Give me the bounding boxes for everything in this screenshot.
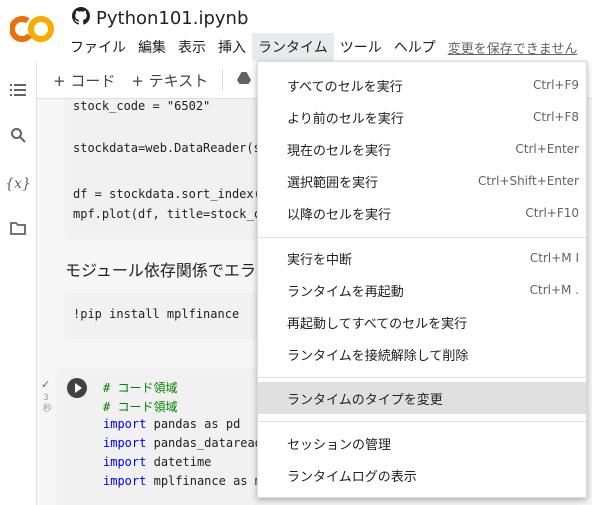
markdown-text: モジュール依存関係でエラ [65, 261, 256, 280]
code-line: import mplfinance as m [103, 474, 262, 488]
runtime-menu: すべてのセルを実行 Ctrl+F9 より前のセルを実行 Ctrl+F8 現在のセ… [257, 61, 587, 498]
menu-item-shortcut: Ctrl+F8 [533, 110, 579, 124]
menu-item-restart-run-all[interactable]: 再起動してすべてのセルを実行 [258, 306, 586, 338]
menu-item-disconnect-delete[interactable]: ランタイムを接続解除して削除 [258, 338, 586, 370]
menu-item-manage-sessions[interactable]: セッションの管理 [258, 427, 586, 459]
code-keyword: import [103, 474, 147, 488]
variables-icon[interactable]: {x} [0, 172, 36, 196]
code-keyword: import [103, 455, 147, 469]
menu-bar: ファイル 編集 表示 挿入 ランタイム ツール ヘルプ 変更を保存できません [64, 33, 578, 61]
menu-item-shortcut: Ctrl+F10 [525, 206, 579, 220]
code-keyword: import [103, 436, 147, 450]
code-line: mpf.plot(df, title=stock_co [73, 207, 269, 221]
menu-item-label: ランタイムを接続解除して削除 [287, 348, 469, 364]
run-cell-button[interactable] [67, 378, 87, 398]
menu-item-shortcut: Ctrl+Enter [515, 142, 579, 156]
menu-tools[interactable]: ツール [334, 33, 388, 61]
menu-item-label: すべてのセルを実行 [287, 79, 403, 95]
menu-item-shortcut: Ctrl+F9 [533, 78, 579, 92]
menu-item-run-selection[interactable]: 選択範囲を実行 Ctrl+Shift+Enter [258, 165, 586, 197]
menu-edit[interactable]: 編集 [132, 33, 172, 61]
menu-item-restart[interactable]: ランタイムを再起動 Ctrl+M . [258, 274, 586, 306]
add-text-button[interactable]: + テキスト [131, 70, 208, 91]
app-header: Python101.ipynb ファイル 編集 表示 挿入 ランタイム ツール … [0, 0, 592, 62]
menu-item-change-runtime-type[interactable]: ランタイムのタイプを変更 [258, 382, 586, 414]
check-icon: ✓ [41, 378, 51, 391]
folder-icon[interactable] [0, 218, 36, 242]
execution-time: 3 秒 [43, 393, 53, 414]
menu-item-label: セッションの管理 [287, 437, 392, 453]
menu-item-label: より前のセルを実行 [287, 111, 404, 127]
colab-logo[interactable] [9, 14, 54, 44]
menu-item-label: 現在のセルを実行 [287, 143, 392, 159]
menu-divider [258, 377, 586, 378]
code-line: import pandas as pd [103, 417, 240, 431]
menu-item-run-current[interactable]: 現在のセルを実行 Ctrl+Enter [258, 133, 586, 165]
code-text: mplfinance as m [153, 474, 262, 488]
menu-item-label: 再起動してすべてのセルを実行 [287, 316, 468, 332]
left-sidebar: {x} [0, 62, 37, 505]
menu-item-run-before[interactable]: より前のセルを実行 Ctrl+F8 [258, 101, 586, 133]
code-text: pandas_dataread [153, 436, 262, 450]
menu-item-label: ランタイムのタイプを変更 [287, 392, 443, 408]
menu-insert[interactable]: 挿入 [212, 33, 252, 61]
menu-divider [258, 237, 586, 238]
menu-item-label: ランタイムを再起動 [287, 284, 404, 300]
menu-view[interactable]: 表示 [172, 33, 212, 61]
menu-item-run-after[interactable]: 以降のセルを実行 Ctrl+F10 [258, 197, 586, 229]
code-line: df = stockdata.sort_index() [73, 187, 269, 201]
menu-item-run-all[interactable]: すべてのセルを実行 Ctrl+F9 [258, 69, 586, 101]
menu-item-shortcut: Ctrl+M I [529, 251, 579, 265]
table-of-contents-icon[interactable] [0, 80, 36, 104]
code-comment: # コード領域 [103, 400, 178, 414]
github-icon [72, 7, 90, 29]
add-code-button[interactable]: + コード [53, 70, 115, 91]
toolbar-divider [222, 69, 224, 91]
code-comment: # コード領域 [103, 381, 178, 395]
menu-item-label: ランタイムログの表示 [287, 469, 417, 485]
save-status-link[interactable]: 変更を保存できません [448, 38, 578, 57]
menu-help[interactable]: ヘルプ [388, 33, 442, 61]
code-keyword: import [103, 417, 147, 431]
menu-divider [258, 421, 586, 422]
code-text: pandas as pd [153, 417, 241, 431]
menu-item-label: 選択範囲を実行 [287, 175, 379, 191]
menu-item-interrupt[interactable]: 実行を中断 Ctrl+M I [258, 242, 586, 274]
menu-item-label: 実行を中断 [287, 252, 353, 268]
title-row: Python101.ipynb [72, 6, 248, 30]
menu-item-label: 以降のセルを実行 [287, 207, 392, 223]
notebook-title[interactable]: Python101.ipynb [96, 8, 248, 29]
drive-icon[interactable] [237, 72, 252, 88]
code-line: stock_code = "6502" [73, 99, 211, 113]
menu-item-view-logs[interactable]: ランタイムログの表示 [258, 459, 586, 491]
code-line: stockdata=web.DataReader(st [73, 141, 269, 155]
code-text: datetime [153, 455, 212, 469]
menu-item-shortcut: Ctrl+M . [529, 283, 579, 297]
menu-file[interactable]: ファイル [64, 33, 132, 61]
menu-item-shortcut: Ctrl+Shift+Enter [478, 174, 579, 188]
code-line: import datetime [103, 455, 211, 469]
menu-runtime[interactable]: ランタイム [252, 33, 334, 61]
code-line: !pip install mplfinance [73, 307, 240, 321]
search-icon[interactable] [0, 126, 36, 150]
code-line: import pandas_dataread [103, 436, 262, 450]
